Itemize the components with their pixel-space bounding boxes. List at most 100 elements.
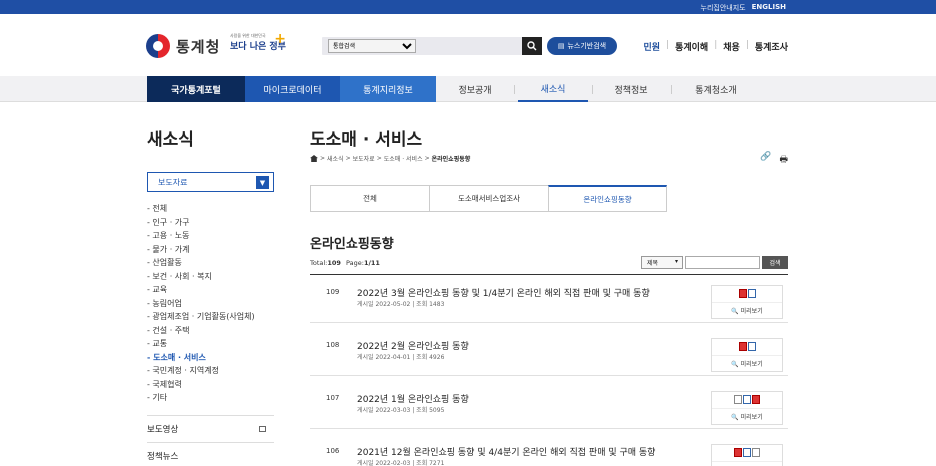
tab-online-shopping[interactable]: 온라인쇼핑동향 bbox=[548, 185, 667, 212]
pdf-file-icon[interactable] bbox=[738, 342, 747, 351]
pdf-file-icon[interactable] bbox=[734, 448, 742, 457]
category-item[interactable]: - 보건 · 사회 · 복지 bbox=[147, 270, 274, 284]
row-meta: 게시일 2022-05-02 | 조회 1483 bbox=[357, 301, 445, 308]
hwp-file-icon[interactable] bbox=[743, 448, 751, 457]
home-icon[interactable] bbox=[310, 155, 318, 162]
page-tools: 🔗 🖶 bbox=[760, 152, 788, 168]
preview-button[interactable]: 🔍 미리보기 bbox=[712, 408, 782, 421]
attachment-box: 🔍 미리보기 bbox=[711, 391, 783, 425]
news-search-button[interactable]: ▤ 뉴스기반검색 bbox=[547, 37, 617, 55]
side-nav: 새소식 보도자료 ▼ - 전체 - 인구 · 가구 - 고용 · 노동 - 물가 · … bbox=[147, 125, 274, 466]
tab-retail-survey[interactable]: 도소매서비스업조사 bbox=[429, 185, 548, 212]
nav-policy[interactable]: 정책정보 bbox=[596, 76, 666, 102]
logo-text: 통계청 bbox=[176, 37, 221, 56]
attachment-box: 🔍 미리보기 bbox=[711, 285, 783, 319]
attachment-box: 🔍 미리보기 bbox=[711, 444, 783, 466]
document-icon: ▤ bbox=[557, 42, 565, 50]
search-icon bbox=[527, 41, 537, 51]
sitemap-link[interactable]: 누리집안내지도 bbox=[701, 3, 746, 13]
nav-news[interactable]: 새소식 bbox=[518, 76, 588, 102]
preview-button[interactable]: 🔍 미리보기 bbox=[712, 302, 782, 315]
category-dropdown[interactable]: 보도자료 ▼ bbox=[147, 172, 274, 192]
tab-all[interactable]: 전체 bbox=[310, 185, 429, 212]
hwp-file-icon[interactable] bbox=[747, 342, 756, 351]
breadcrumb: > 새소식 > 보도자료 > 도소매 · 서비스 > 온라인쇼핑동향 bbox=[310, 154, 470, 163]
table-row: 106 2021년 12월 온라인쇼핑 동향 및 4/4분기 온라인 해외 직접 … bbox=[310, 434, 788, 466]
main-content: 도소매 · 서비스 > 새소식 > 보도자료 > 도소매 · 서비스 > 온라인쇼핑동향… bbox=[310, 125, 788, 466]
category-item[interactable]: - 국제협력 bbox=[147, 378, 274, 392]
row-number: 108 bbox=[326, 341, 340, 349]
main-nav: 국가통계포털 마이크로데이터 통계지리정보 정보공개 새소식 정책정보 통계청소… bbox=[0, 76, 936, 102]
page-title: 도소매 · 서비스 bbox=[310, 130, 423, 150]
search-box: 통합검색 bbox=[322, 37, 542, 55]
board-search-button[interactable]: 검색 bbox=[762, 256, 788, 269]
attachment-box: 🔍 미리보기 bbox=[711, 338, 783, 372]
row-meta: 게시일 2022-03-03 | 조회 5095 bbox=[357, 407, 445, 414]
category-item[interactable]: - 전체 bbox=[147, 202, 274, 216]
preview-button[interactable]: 🔍 미리보기 bbox=[712, 355, 782, 368]
xls-file-icon[interactable] bbox=[734, 395, 742, 404]
util-recruit[interactable]: 채용 bbox=[723, 40, 740, 53]
search-input[interactable] bbox=[418, 39, 518, 53]
print-icon[interactable]: 🖶 bbox=[780, 152, 789, 168]
util-links: 민원 | 통계이해 | 채용 | 통계조사 bbox=[643, 40, 788, 53]
row-title-link[interactable]: 2021년 12월 온라인쇼핑 동향 및 4/4분기 온라인 해외 직접 판매 … bbox=[357, 445, 655, 458]
category-item[interactable]: - 국민계정 · 지역계정 bbox=[147, 364, 274, 378]
row-title-link[interactable]: 2022년 1월 온라인쇼핑 동향 bbox=[357, 392, 469, 405]
side-nav-title: 새소식 bbox=[147, 130, 194, 150]
row-number: 109 bbox=[326, 288, 340, 296]
row-meta: 게시일 2022-04-01 | 조회 4926 bbox=[357, 354, 445, 361]
table-row: 107 2022년 1월 온라인쇼핑 동향게시일 2022-03-03 | 조회 … bbox=[310, 381, 788, 429]
category-item[interactable]: - 고용 · 노동 bbox=[147, 229, 274, 243]
category-item[interactable]: - 광업제조업 · 기업활동(사업체) bbox=[147, 310, 274, 324]
util-civil[interactable]: 민원 bbox=[643, 40, 660, 53]
pdf-file-icon[interactable] bbox=[752, 395, 760, 404]
keyword-input[interactable] bbox=[685, 256, 760, 269]
pdf-file-icon[interactable] bbox=[738, 289, 747, 298]
category-item[interactable]: - 산업활동 bbox=[147, 256, 274, 270]
util-survey[interactable]: 통계조사 bbox=[755, 40, 788, 53]
nav-open-info[interactable]: 정보공개 bbox=[440, 76, 510, 102]
taeguk-logo-icon bbox=[146, 34, 170, 58]
table-row: 108 2022년 2월 온라인쇼핑 동향게시일 2022-04-01 | 조회 … bbox=[310, 328, 788, 376]
nav-sgis[interactable]: 통계지리정보 bbox=[340, 76, 436, 102]
search-scope-select[interactable]: 통합검색 bbox=[328, 39, 416, 53]
hwp-file-icon[interactable] bbox=[747, 289, 756, 298]
filter-select[interactable]: 제목 bbox=[641, 256, 683, 269]
chevron-down-icon: ▼ bbox=[256, 176, 269, 189]
category-item[interactable]: - 건설 · 주택 bbox=[147, 324, 274, 338]
row-title-link[interactable]: 2022년 2월 온라인쇼핑 동향 bbox=[357, 339, 469, 352]
row-number: 106 bbox=[326, 447, 340, 455]
logo[interactable]: 통계청 bbox=[146, 34, 220, 58]
nav-about[interactable]: 통계청소개 bbox=[676, 76, 756, 102]
hwp-file-icon[interactable] bbox=[743, 395, 751, 404]
nav-kosis[interactable]: 국가통계포털 bbox=[147, 76, 245, 102]
category-list: - 전체 - 인구 · 가구 - 고용 · 노동 - 물가 · 가계 - 산업활동 - 보… bbox=[147, 202, 274, 405]
row-number: 107 bbox=[326, 394, 340, 402]
category-item[interactable]: - 농림어업 bbox=[147, 297, 274, 311]
row-meta: 게시일 2022-02-03 | 조회 7271 bbox=[357, 460, 445, 466]
category-item[interactable]: - 기타 bbox=[147, 391, 274, 405]
category-item[interactable]: - 교통 bbox=[147, 337, 274, 351]
english-link[interactable]: ENGLISH bbox=[752, 3, 786, 13]
util-understand[interactable]: 통계이해 bbox=[675, 40, 708, 53]
side-nav-policy-news[interactable]: 정책뉴스 bbox=[147, 441, 274, 466]
section-title: 온라인쇼핑동향 bbox=[310, 237, 394, 252]
result-count: Total:109 Page:1/11 bbox=[310, 259, 380, 267]
plus-icon: + bbox=[274, 31, 286, 47]
link-icon[interactable]: 🔗 bbox=[760, 152, 771, 168]
category-item[interactable]: - 교육 bbox=[147, 283, 274, 297]
category-item[interactable]: - 인구 · 가구 bbox=[147, 216, 274, 230]
gov-slogan: 사람을 위한 대한민국 보다 나은 정부 + bbox=[230, 31, 286, 52]
preview-button[interactable]: 🔍 미리보기 bbox=[712, 461, 782, 466]
new-window-icon bbox=[259, 425, 266, 432]
category-item[interactable]: - 물가 · 가계 bbox=[147, 243, 274, 257]
row-title-link[interactable]: 2022년 3월 온라인쇼핑 동향 및 1/4분기 온라인 해외 직접 판매 및… bbox=[357, 286, 650, 299]
nav-microdata[interactable]: 마이크로데이터 bbox=[245, 76, 340, 102]
search-button[interactable] bbox=[522, 37, 542, 55]
top-utility-bar: 누리집안내지도 ENGLISH bbox=[0, 0, 936, 14]
sub-tabs: 전체 도소매서비스업조사 온라인쇼핑동향 bbox=[310, 185, 667, 212]
category-item[interactable]: - 도소매 · 서비스 bbox=[147, 351, 274, 365]
side-nav-video[interactable]: 보도영상 bbox=[147, 414, 274, 442]
xls-file-icon[interactable] bbox=[752, 448, 760, 457]
